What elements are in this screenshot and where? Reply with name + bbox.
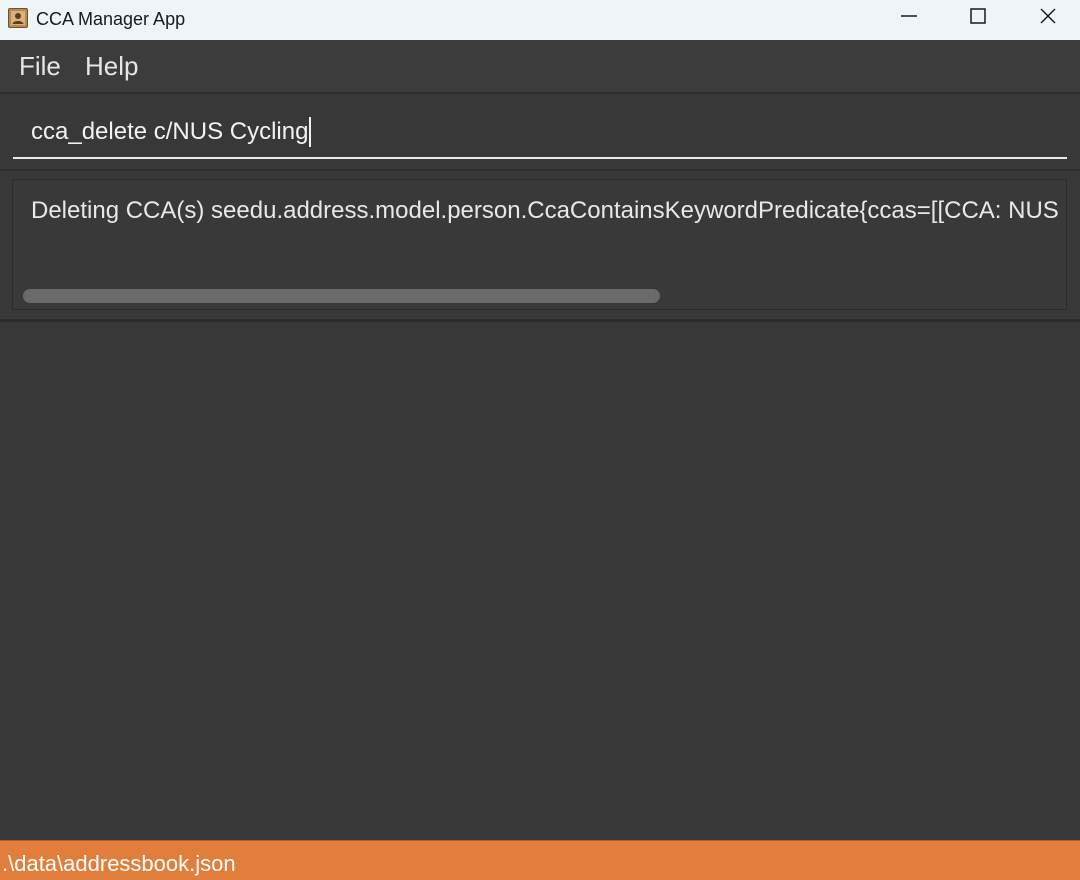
maximize-button[interactable] <box>943 0 1013 36</box>
status-bar: .\data\addressbook.json <box>0 840 1080 880</box>
text-caret <box>309 117 312 147</box>
close-icon <box>1039 7 1057 30</box>
horizontal-scrollbar[interactable] <box>23 289 660 303</box>
maximize-icon <box>969 7 987 30</box>
close-button[interactable] <box>1013 0 1080 36</box>
menu-file[interactable]: File <box>19 50 61 82</box>
window-title: CCA Manager App <box>36 9 186 29</box>
title-bar: CCA Manager App <box>0 0 1080 40</box>
command-input[interactable]: cca_delete c/NUS Cycling <box>13 103 1067 159</box>
command-input-value: cca_delete c/NUS Cycling <box>31 118 309 145</box>
result-display-panel: Deleting CCA(s) seedu.address.model.pers… <box>0 172 1080 322</box>
person-list-panel <box>0 322 1080 840</box>
command-input-text: cca_delete c/NUS Cycling <box>31 117 312 147</box>
contact-book-icon <box>8 8 28 28</box>
minimize-icon <box>900 7 918 30</box>
menu-help[interactable]: Help <box>85 50 138 82</box>
app-window: CCA Manager App File Help cca_delete c/N… <box>0 0 1080 880</box>
minimize-button[interactable] <box>874 0 944 36</box>
result-message: Deleting CCA(s) seedu.address.model.pers… <box>31 197 1067 224</box>
status-bar-file-path: .\data\addressbook.json <box>2 851 236 876</box>
menu-bar: File Help <box>0 40 1080 94</box>
result-display[interactable]: Deleting CCA(s) seedu.address.model.pers… <box>12 179 1067 310</box>
command-box-panel: cca_delete c/NUS Cycling <box>0 95 1080 171</box>
